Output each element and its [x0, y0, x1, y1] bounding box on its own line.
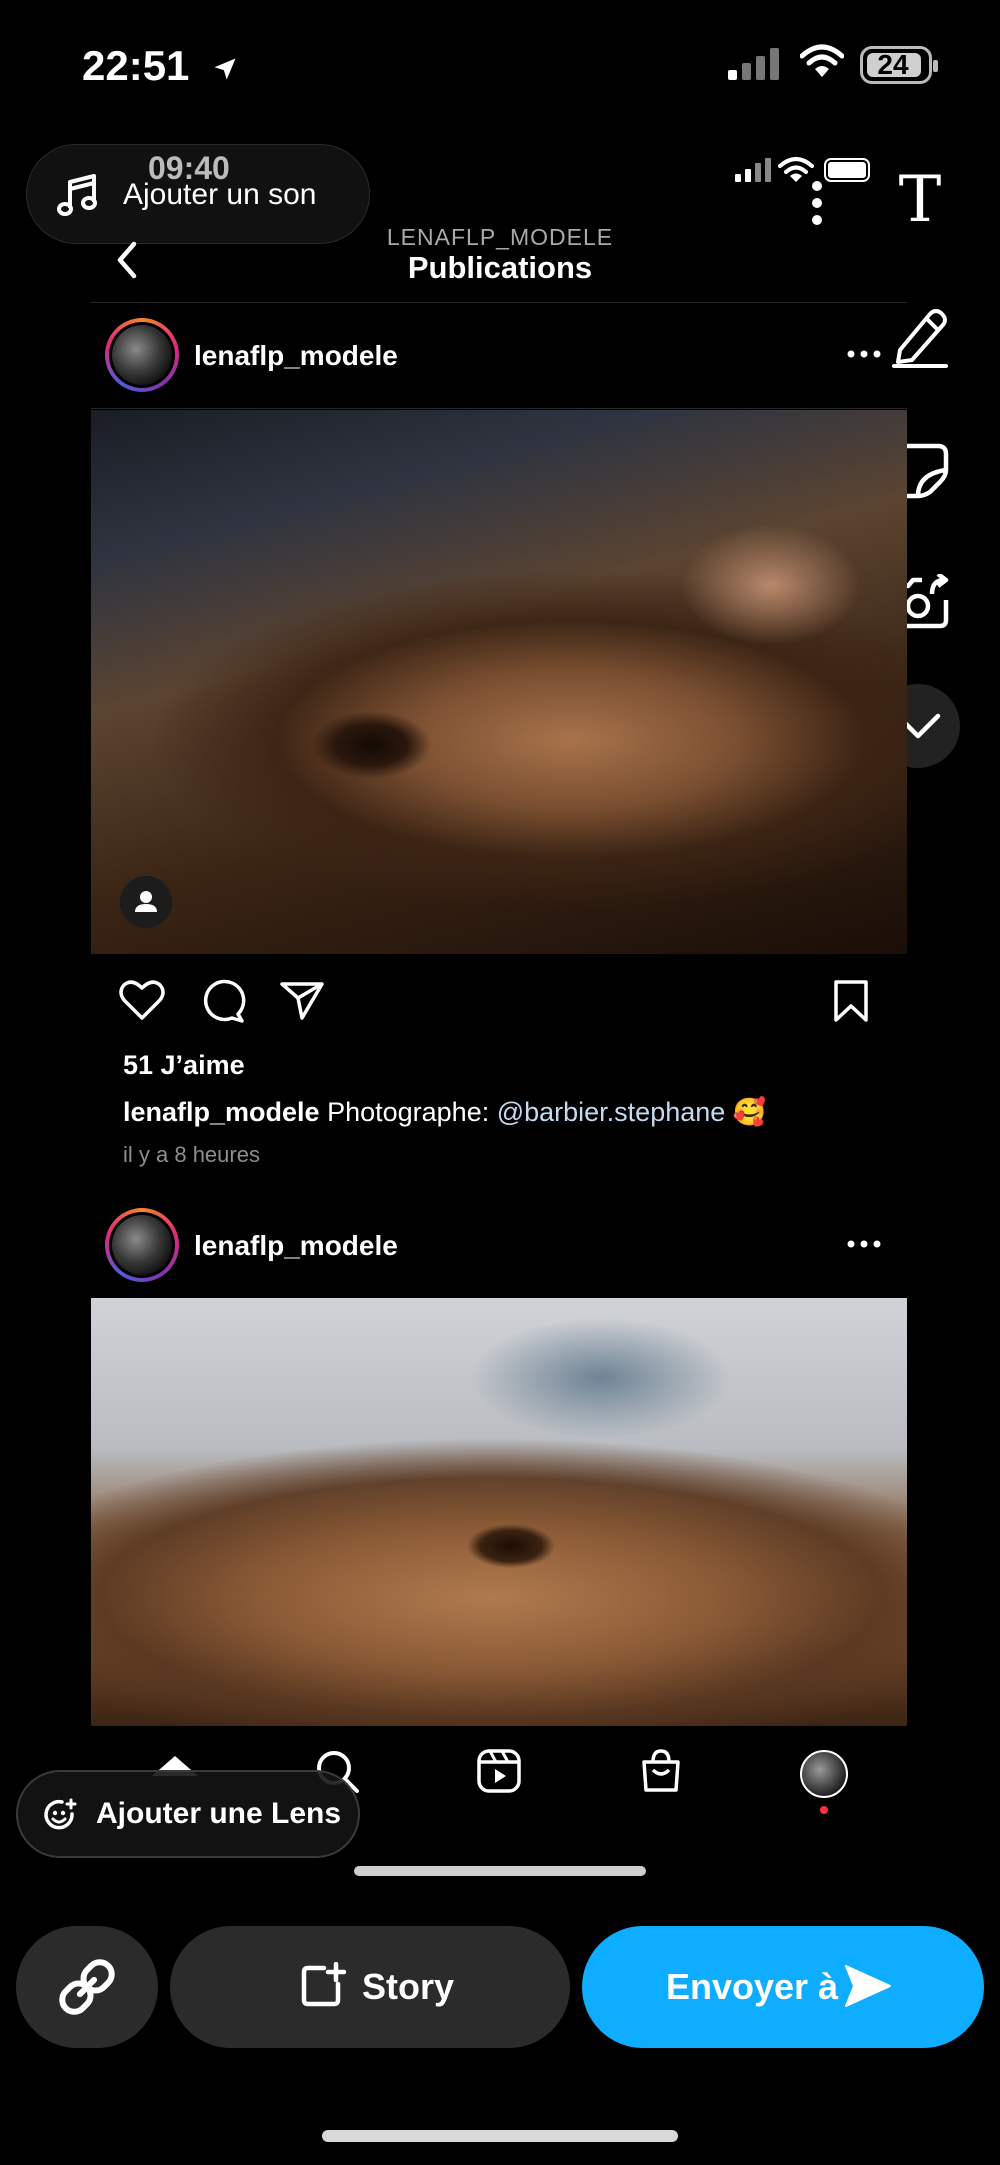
post-username[interactable]: lenaflp_modele [194, 1230, 398, 1262]
back-button[interactable] [112, 238, 142, 287]
caption-mention[interactable]: @barbier.stephane [497, 1097, 726, 1127]
shop-icon[interactable] [638, 1748, 684, 1799]
post-caption: lenaflp_modele Photographe: @barbier.ste… [123, 1096, 766, 1128]
link-button[interactable] [16, 1926, 158, 2048]
music-note-icon [54, 172, 102, 225]
share-icon [280, 982, 324, 1020]
post-username[interactable]: lenaflp_modele [194, 340, 398, 372]
page-title: Publications [407, 250, 593, 285]
signal-icon [735, 158, 771, 187]
link-icon [59, 1959, 115, 2015]
send-arrow-icon [842, 1962, 892, 2015]
location-arrow-icon [211, 45, 239, 93]
person-icon [135, 891, 157, 912]
profile-tab-avatar[interactable] [800, 1750, 848, 1798]
like-button[interactable] [118, 978, 166, 1027]
divider [91, 302, 907, 303]
back-chevron-icon [117, 241, 137, 279]
add-story-icon [298, 1961, 347, 2015]
notification-dot [820, 1806, 828, 1814]
story-label: Story [362, 1966, 455, 2007]
signal-icon [728, 48, 784, 85]
add-lens-label: Ajouter une Lens [96, 1797, 342, 1830]
profile-username-header: LENAFLP_MODELE [386, 224, 614, 250]
more-horizontal-icon[interactable] [846, 1234, 882, 1259]
divider [91, 408, 907, 409]
inner-home-indicator [354, 1866, 646, 1876]
caption-username[interactable]: lenaflp_modele [123, 1097, 320, 1127]
comment-icon [203, 979, 246, 1023]
save-button[interactable] [830, 978, 872, 1029]
battery-icon: 24 [860, 46, 938, 84]
add-sound-label: Ajouter un son [123, 178, 317, 211]
comment-button[interactable] [198, 978, 246, 1029]
battery-level: 24 [877, 49, 909, 80]
post-timestamp: il y a 8 heures [123, 1142, 260, 1167]
caption-text: Photographe: [327, 1097, 497, 1127]
reels-icon[interactable] [476, 1748, 522, 1799]
battery-icon [824, 158, 870, 182]
lens-icon [42, 1798, 78, 1839]
more-horizontal-icon[interactable] [846, 344, 882, 369]
send-to-label: Envoyer à [666, 1966, 839, 2007]
draw-tool-button[interactable] [880, 296, 960, 376]
post-image[interactable] [91, 410, 907, 954]
avatar[interactable] [105, 318, 179, 392]
status-time-label: 22:51 [82, 42, 190, 89]
caption-emoji: 🥰 [732, 1097, 767, 1127]
heart-icon [119, 980, 165, 1020]
tagged-people-button[interactable] [120, 876, 172, 928]
bookmark-icon [834, 980, 868, 1022]
share-button[interactable] [278, 978, 326, 1027]
wifi-icon [799, 44, 845, 85]
home-indicator [322, 2130, 678, 2142]
avatar[interactable] [105, 1208, 179, 1282]
like-count[interactable]: 51 J’aime [123, 1050, 245, 1081]
status-time: 22:51 [82, 42, 239, 93]
post-image[interactable] [91, 1298, 907, 1726]
pencil-icon [892, 309, 948, 368]
